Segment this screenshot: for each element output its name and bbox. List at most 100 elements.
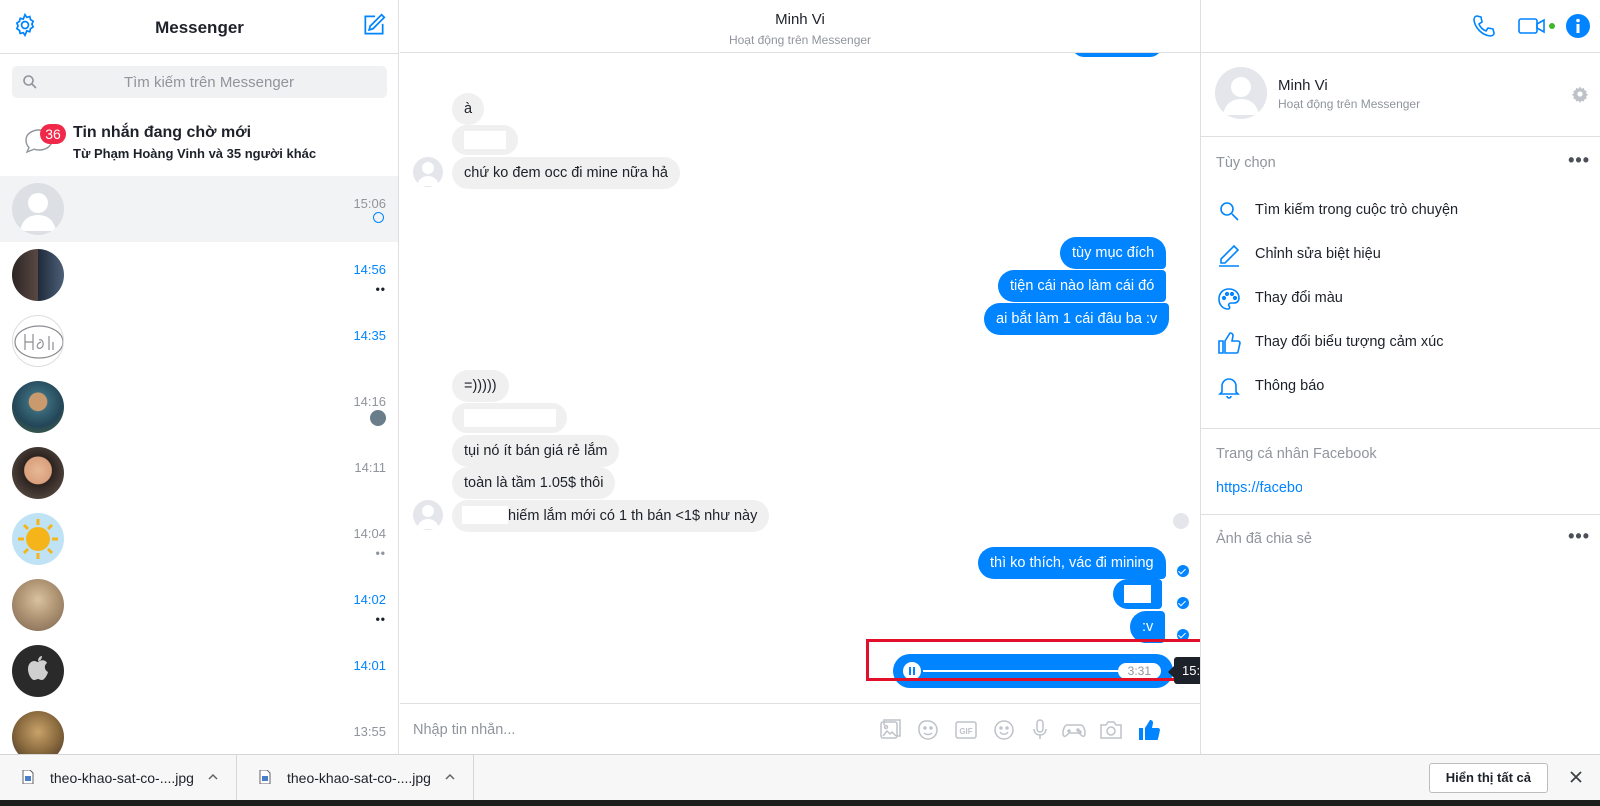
message-bubble[interactable]: ai bắt làm 1 cái đâu ba :v: [984, 303, 1170, 335]
sidebar-header: Messenger: [0, 0, 398, 54]
redacted-block: [464, 409, 556, 427]
pending-requests-row[interactable]: 36 Tin nhắn đang chờ mới Từ Phạm Hoàng V…: [0, 112, 398, 176]
conversation-time: 14:56: [353, 262, 386, 277]
thumbs-up-icon[interactable]: [1136, 717, 1162, 743]
chevron-up-icon[interactable]: [445, 772, 455, 782]
redacted-block: [462, 506, 508, 524]
more-shared-icon[interactable]: •••: [1568, 526, 1590, 547]
compose-icon[interactable]: [361, 12, 387, 38]
conversation-item[interactable]: 14:11: [0, 440, 398, 506]
camera-icon[interactable]: [1098, 717, 1124, 743]
message-bubble[interactable]: [1113, 579, 1162, 609]
phone-icon[interactable]: [1471, 12, 1497, 40]
thumbs-up-icon: [1218, 332, 1241, 354]
conversation-item[interactable]: 13:55: [0, 704, 398, 754]
option-label: Thay đổi màu: [1255, 290, 1343, 306]
message-bubble[interactable]: tụi nó ít bán giá rẻ lắm: [452, 435, 620, 467]
info-icon[interactable]: [1565, 12, 1591, 40]
show-all-downloads-button[interactable]: Hiển thị tất cả: [1428, 763, 1548, 793]
profile-name[interactable]: Minh Vi: [1278, 77, 1328, 94]
unread-dots: ••: [375, 282, 386, 296]
avatar: [12, 381, 64, 433]
message-bubble[interactable]: thì ko thích, vác đi mining: [978, 547, 1166, 579]
image-file-icon: [22, 770, 34, 784]
avatar: [12, 183, 64, 235]
facebook-profile-link[interactable]: https://facebook: [1216, 480, 1302, 496]
download-item[interactable]: theo-khao-sat-co-....jpg: [0, 755, 237, 801]
message-input[interactable]: [413, 718, 853, 742]
message-bubble[interactable]: à: [452, 93, 485, 125]
conversation-time: 14:35: [353, 328, 386, 343]
download-bar: theo-khao-sat-co-....jpg theo-khao-sat-c…: [0, 754, 1600, 801]
contact-avatar: [413, 157, 443, 187]
option-change-color[interactable]: Thay đổi màu: [1216, 278, 1586, 318]
info-toolbar: [1201, 0, 1600, 53]
option-notifications[interactable]: Thông báo: [1216, 366, 1586, 406]
message-bubble[interactable]: [452, 125, 518, 155]
message-bubble[interactable]: hiếm lắm mới có 1 th bán <1$ như này: [452, 500, 770, 532]
message-bubble[interactable]: tiện cái nào làm cái đó: [998, 270, 1167, 302]
image-file-icon: [259, 770, 271, 784]
chat-panel: Minh Vi Hoạt động trên Messenger à chứ k…: [400, 0, 1200, 754]
delivered-check-icon: [1177, 565, 1189, 577]
avatar: [12, 249, 64, 301]
pending-title: Tin nhắn đang chờ mới: [73, 124, 252, 141]
conversation-item[interactable]: 14:16: [0, 374, 398, 440]
microphone-icon[interactable]: [1027, 717, 1053, 743]
chat-contact-name[interactable]: Minh Vi: [400, 11, 1200, 28]
game-controller-icon[interactable]: [1061, 717, 1087, 743]
emoji-icon[interactable]: [991, 717, 1017, 743]
sticker-icon[interactable]: [915, 717, 941, 743]
profile-status: Hoạt động trên Messenger: [1278, 97, 1421, 111]
option-label: Thông báo: [1255, 378, 1325, 394]
video-camera-icon[interactable]: [1517, 12, 1547, 40]
message-list[interactable]: à chứ ko đem occ đi mine nữa hả tùy mục …: [400, 53, 1200, 703]
contact-avatar: [413, 500, 443, 530]
gear-icon[interactable]: [1571, 85, 1589, 103]
conversation-item[interactable]: 14:56 ••: [0, 242, 398, 308]
unread-dots: ••: [375, 612, 386, 626]
message-composer: GIF: [400, 703, 1200, 754]
message-bubble[interactable]: chứ ko đem occ đi mine nữa hả: [452, 157, 680, 189]
message-bubble[interactable]: [452, 403, 567, 433]
search-input[interactable]: [44, 66, 374, 98]
download-item[interactable]: theo-khao-sat-co-....jpg: [237, 755, 474, 801]
search-icon: [1220, 202, 1239, 221]
timestamp-tooltip: 15:06: [1168, 657, 1200, 684]
message-bubble[interactable]: toàn là tầm 1.05$ thôi: [452, 467, 616, 499]
active-dot: [1549, 23, 1555, 29]
seen-by-avatar: [1173, 513, 1189, 529]
pencil-icon: [1219, 244, 1240, 267]
image-icon[interactable]: [877, 717, 903, 743]
option-edit-nickname[interactable]: Chỉnh sửa biệt hiệu: [1216, 234, 1586, 274]
chevron-up-icon[interactable]: [208, 772, 218, 782]
conversation-time: 14:01: [353, 658, 386, 673]
conversation-item[interactable]: 14:35: [0, 308, 398, 374]
unread-badge: 36: [40, 124, 66, 144]
message-bubble[interactable]: tùy mục đích: [1060, 237, 1167, 269]
conversation-item[interactable]: 15:06: [0, 176, 398, 242]
avatar: [12, 579, 64, 631]
option-change-emoji[interactable]: Thay đổi biểu tượng cảm xúc: [1216, 322, 1586, 362]
search-icon: [23, 75, 37, 89]
message-bubble[interactable]: =))))): [452, 370, 509, 402]
close-icon[interactable]: [1566, 767, 1586, 787]
highlight-box: [866, 639, 1200, 681]
divider: [1201, 428, 1600, 429]
message-bubble[interactable]: [1072, 53, 1162, 57]
conversation-time: 14:11: [354, 460, 386, 475]
download-filename: theo-khao-sat-co-....jpg: [287, 770, 431, 786]
avatar: [12, 645, 64, 697]
divider: [1201, 514, 1600, 515]
conversation-item[interactable]: 14:01: [0, 638, 398, 704]
avatar[interactable]: [1215, 67, 1267, 119]
more-options-icon[interactable]: •••: [1568, 150, 1590, 171]
shared-photos-title: Ảnh đã chia sẻ: [1216, 531, 1312, 547]
conversation-time: 14:04: [353, 526, 386, 541]
conversation-item[interactable]: 14:02 ••: [0, 572, 398, 638]
option-search-conversation[interactable]: Tìm kiếm trong cuộc trò chuyện: [1216, 190, 1586, 230]
delivered-check-icon: [1177, 597, 1189, 609]
svg-text:GIF: GIF: [959, 727, 972, 736]
gif-icon[interactable]: GIF: [953, 717, 979, 743]
conversation-item[interactable]: 14:04 ••: [0, 506, 398, 572]
